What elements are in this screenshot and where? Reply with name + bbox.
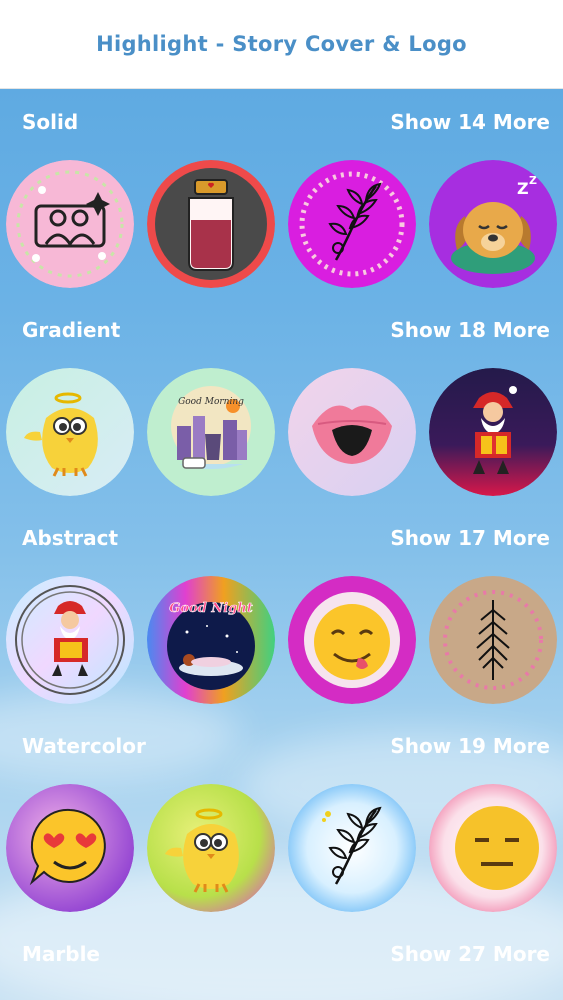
category-abstract: Abstract Show 17 More Good Night [0, 518, 563, 704]
cover-row: Z Z [0, 160, 563, 288]
cover-item[interactable] [429, 576, 557, 704]
neutral-emoji-icon [429, 784, 557, 912]
cover-item[interactable] [288, 160, 416, 288]
cover-item[interactable] [6, 784, 134, 912]
leaf-branch-icon [288, 160, 416, 288]
cover-item[interactable] [429, 784, 557, 912]
fern-leaf-icon [429, 576, 557, 704]
app-header: Highlight - Story Cover & Logo [0, 0, 563, 89]
category-title: Watercolor [22, 734, 146, 758]
category-marble: Marble Show 27 More [0, 934, 563, 974]
leaf-branch-icon [288, 784, 416, 912]
show-more-button[interactable]: Show 19 More [390, 734, 550, 758]
cover-item[interactable] [147, 160, 275, 288]
show-more-button[interactable]: Show 18 More [390, 318, 550, 342]
category-title: Gradient [22, 318, 121, 342]
svg-text:Z: Z [517, 179, 529, 198]
cover-item[interactable] [429, 368, 557, 496]
cover-item[interactable]: Good Night [147, 576, 275, 704]
app-screen: Highlight - Story Cover & Logo Solid Sho… [0, 0, 563, 1000]
santa-gift-icon [6, 576, 134, 704]
cover-item[interactable] [6, 368, 134, 496]
coffee-city-icon: Good Morning [147, 368, 275, 496]
heart-eyes-emoji-icon [6, 784, 134, 912]
angel-chick-icon [6, 368, 134, 496]
category-solid: Solid Show 14 More Z Z [0, 102, 563, 288]
show-more-button[interactable]: Show 27 More [390, 942, 550, 966]
page-title: Highlight - Story Cover & Logo [96, 32, 467, 56]
tongue-emoji-icon [288, 576, 416, 704]
selfie-couple-icon [6, 160, 134, 288]
good-morning-text: Good Morning [178, 397, 244, 407]
category-gradient: Gradient Show 18 More Good Morning [0, 310, 563, 496]
category-title: Abstract [22, 526, 119, 550]
show-more-button[interactable]: Show 17 More [390, 526, 550, 550]
cover-row [0, 784, 563, 912]
category-title: Solid [22, 110, 79, 134]
cover-row: Good Morning [0, 368, 563, 496]
svg-text:Z: Z [529, 174, 537, 187]
cover-item[interactable]: Good Morning [147, 368, 275, 496]
jar-icon [147, 160, 275, 288]
cover-item[interactable] [288, 576, 416, 704]
angel-chick-icon [147, 784, 275, 912]
sleeping-girl-icon: Good Night [147, 576, 275, 704]
cover-item[interactable] [6, 576, 134, 704]
cover-row: Good Night [0, 576, 563, 704]
cover-item[interactable] [288, 368, 416, 496]
lips-icon [288, 368, 416, 496]
cover-item[interactable] [6, 160, 134, 288]
good-night-text: Good Night [169, 601, 252, 616]
cover-item[interactable]: Z Z [429, 160, 557, 288]
category-title: Marble [22, 942, 100, 966]
santa-gift-icon [429, 368, 557, 496]
sleeping-dog-icon: Z Z [429, 160, 557, 288]
category-watercolor: Watercolor Show 19 More [0, 726, 563, 912]
show-more-button[interactable]: Show 14 More [390, 110, 550, 134]
cover-item[interactable] [147, 784, 275, 912]
cover-item[interactable] [288, 784, 416, 912]
